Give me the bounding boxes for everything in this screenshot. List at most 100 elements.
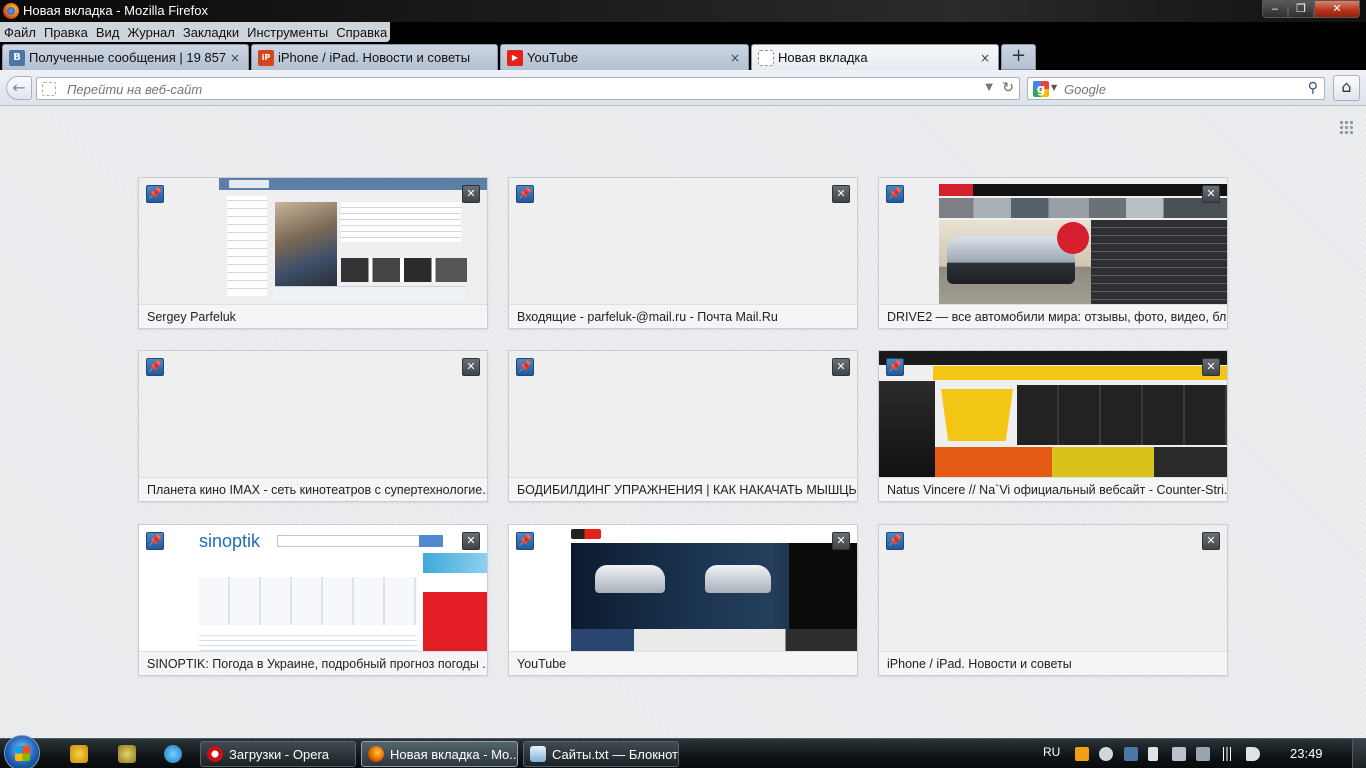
pin-icon[interactable]: 📌 <box>516 358 534 376</box>
tile-title: iPhone / iPad. Новости и советы <box>879 651 1227 675</box>
tab-iphone-news[interactable]: iP iPhone / iPad. Новости и советы <box>251 44 498 70</box>
tile-close-icon[interactable]: ✕ <box>462 185 480 203</box>
pin-icon[interactable]: 📌 <box>146 532 164 550</box>
tile-thumbnail: sinoptik <box>139 525 487 651</box>
tray-media-icon[interactable] <box>1075 747 1089 761</box>
search-input[interactable] <box>1064 80 1294 98</box>
taskbar-opera[interactable]: Загрузки - Opera <box>200 741 356 767</box>
window-controls: ‒ ❐ ✕ <box>1262 0 1360 18</box>
search-icon[interactable]: ⚲ <box>1308 80 1318 96</box>
tile-planeta-kino[interactable]: 📌 ✕ Планета кино IMAX - сеть кинотеатров… <box>138 350 488 502</box>
tab-label: Новая вкладка <box>778 50 868 65</box>
tile-close-icon[interactable]: ✕ <box>832 185 850 203</box>
show-desktop-button[interactable] <box>1352 739 1366 768</box>
url-input[interactable] <box>67 80 967 98</box>
maximize-button[interactable]: ❐ <box>1288 0 1314 18</box>
notepad-icon <box>530 746 546 762</box>
tile-bodybuilding[interactable]: 📌 ✕ БОДИБИЛДИНГ УПРАЖНЕНИЯ | КАК НАКАЧАТ… <box>508 350 858 502</box>
opera-icon <box>207 746 223 762</box>
task-label: Новая вкладка - Mo... <box>390 746 518 762</box>
menu-bookmarks[interactable]: Закладки <box>183 25 239 40</box>
tile-title: Планета кино IMAX - сеть кинотеатров с с… <box>139 477 487 501</box>
tile-thumbnail <box>509 351 857 477</box>
tray-vk-icon[interactable] <box>1124 747 1138 761</box>
tile-sergey-parfeluk[interactable]: 📌 ✕ Sergey Parfeluk <box>138 177 488 329</box>
tile-close-icon[interactable]: ✕ <box>462 358 480 376</box>
tile-sinoptik[interactable]: sinoptik 📌 ✕ SINOPTIK: Погода в Украине,… <box>138 524 488 676</box>
tray-device-icon[interactable] <box>1172 747 1186 761</box>
tab-new-tab[interactable]: Новая вкладка × <box>751 44 999 70</box>
windows-taskbar: Загрузки - Opera Новая вкладка - Mo... С… <box>0 735 1366 768</box>
tile-mail-ru[interactable]: 📌 ✕ Входящие - parfeluk-@mail.ru - Почта… <box>508 177 858 329</box>
volume-icon[interactable] <box>1246 747 1260 761</box>
menu-bar: Файл Правка Вид Журнал Закладки Инструме… <box>0 22 390 42</box>
google-icon[interactable]: g <box>1033 81 1049 97</box>
blank-page-icon <box>758 49 774 66</box>
tray-steam-icon[interactable] <box>1099 747 1113 761</box>
start-button[interactable] <box>4 735 40 768</box>
minimize-button[interactable]: ‒ <box>1262 0 1288 18</box>
tab-vk-messages[interactable]: B Полученные сообщения | 19 857 со... × <box>2 44 249 70</box>
pin-icon[interactable]: 📌 <box>146 358 164 376</box>
menu-help[interactable]: Справка <box>336 25 387 40</box>
menu-history[interactable]: Журнал <box>127 25 174 40</box>
tile-close-icon[interactable]: ✕ <box>1202 532 1220 550</box>
tab-close-icon[interactable]: × <box>978 51 992 65</box>
pin-icon[interactable]: 📌 <box>516 532 534 550</box>
tile-thumbnail <box>139 351 487 477</box>
url-bar[interactable]: ▼ ↻ <box>36 77 1020 100</box>
engine-dropdown-icon[interactable]: ▼ <box>1051 83 1057 92</box>
pin-icon[interactable]: 📌 <box>886 532 904 550</box>
taskbar-notepad[interactable]: Сайты.txt — Блокнот <box>523 741 679 767</box>
tile-close-icon[interactable]: ✕ <box>1202 358 1220 376</box>
tray-network-tools-icon[interactable] <box>1196 747 1210 761</box>
iphone-site-icon: iP <box>258 49 274 66</box>
task-label: Загрузки - Opera <box>229 746 330 762</box>
tile-close-icon[interactable]: ✕ <box>832 358 850 376</box>
home-button[interactable]: ⌂ <box>1333 75 1360 101</box>
quicklaunch-app-icon[interactable] <box>118 745 136 763</box>
pin-icon[interactable]: 📌 <box>146 185 164 203</box>
menu-tools[interactable]: Инструменты <box>247 25 328 40</box>
skype-icon[interactable] <box>164 745 182 763</box>
tile-thumbnail <box>879 525 1227 651</box>
tab-strip: B Полученные сообщения | 19 857 со... × … <box>0 42 1366 70</box>
site-identity-icon[interactable] <box>42 82 56 96</box>
history-dropdown-icon[interactable]: ▼ <box>985 82 993 93</box>
tile-close-icon[interactable]: ✕ <box>1202 185 1220 203</box>
pin-icon[interactable]: 📌 <box>886 185 904 203</box>
pin-icon[interactable]: 📌 <box>886 358 904 376</box>
language-indicator[interactable]: RU <box>1043 745 1060 759</box>
tile-title: Sergey Parfeluk <box>139 304 487 328</box>
grid-toggle-icon[interactable] <box>1339 120 1353 134</box>
tab-close-icon[interactable]: × <box>228 51 242 65</box>
tray-flag-icon[interactable] <box>1148 747 1158 761</box>
youtube-icon: ▶ <box>507 49 523 66</box>
menu-file[interactable]: Файл <box>4 25 36 40</box>
clock[interactable]: 23:49 <box>1290 746 1323 761</box>
tile-title: DRIVE2 — все автомобили мира: отзывы, фо… <box>879 304 1227 328</box>
reload-icon[interactable]: ↻ <box>1002 80 1014 96</box>
tile-natus-vincere[interactable]: 📌 ✕ Natus Vincere // Na`Vi официальный в… <box>878 350 1228 502</box>
tile-title: Входящие - parfeluk-@mail.ru - Почта Mai… <box>509 304 857 328</box>
tile-thumbnail <box>509 178 857 304</box>
tile-close-icon[interactable]: ✕ <box>832 532 850 550</box>
tile-drive2[interactable]: 📌 ✕ DRIVE2 — все автомобили мира: отзывы… <box>878 177 1228 329</box>
quicklaunch-app-icon[interactable] <box>70 745 88 763</box>
close-window-button[interactable]: ✕ <box>1314 0 1360 18</box>
menu-view[interactable]: Вид <box>96 25 120 40</box>
tab-label: iPhone / iPad. Новости и советы <box>278 50 471 65</box>
pin-icon[interactable]: 📌 <box>516 185 534 203</box>
signal-icon[interactable] <box>1220 747 1234 761</box>
tile-youtube[interactable]: 📌 ✕ YouTube <box>508 524 858 676</box>
taskbar-firefox[interactable]: Новая вкладка - Mo... <box>361 741 518 767</box>
tile-close-icon[interactable]: ✕ <box>462 532 480 550</box>
search-bar[interactable]: g ▼ ⚲ <box>1027 77 1325 100</box>
back-button[interactable]: ← <box>6 76 32 100</box>
tab-youtube[interactable]: ▶ YouTube × <box>500 44 749 70</box>
new-tab-button[interactable]: + <box>1001 44 1036 70</box>
tile-iphone-news[interactable]: 📌 ✕ iPhone / iPad. Новости и советы <box>878 524 1228 676</box>
tab-close-icon[interactable]: × <box>728 51 742 65</box>
menu-edit[interactable]: Правка <box>44 25 88 40</box>
tile-thumbnail <box>139 178 487 304</box>
